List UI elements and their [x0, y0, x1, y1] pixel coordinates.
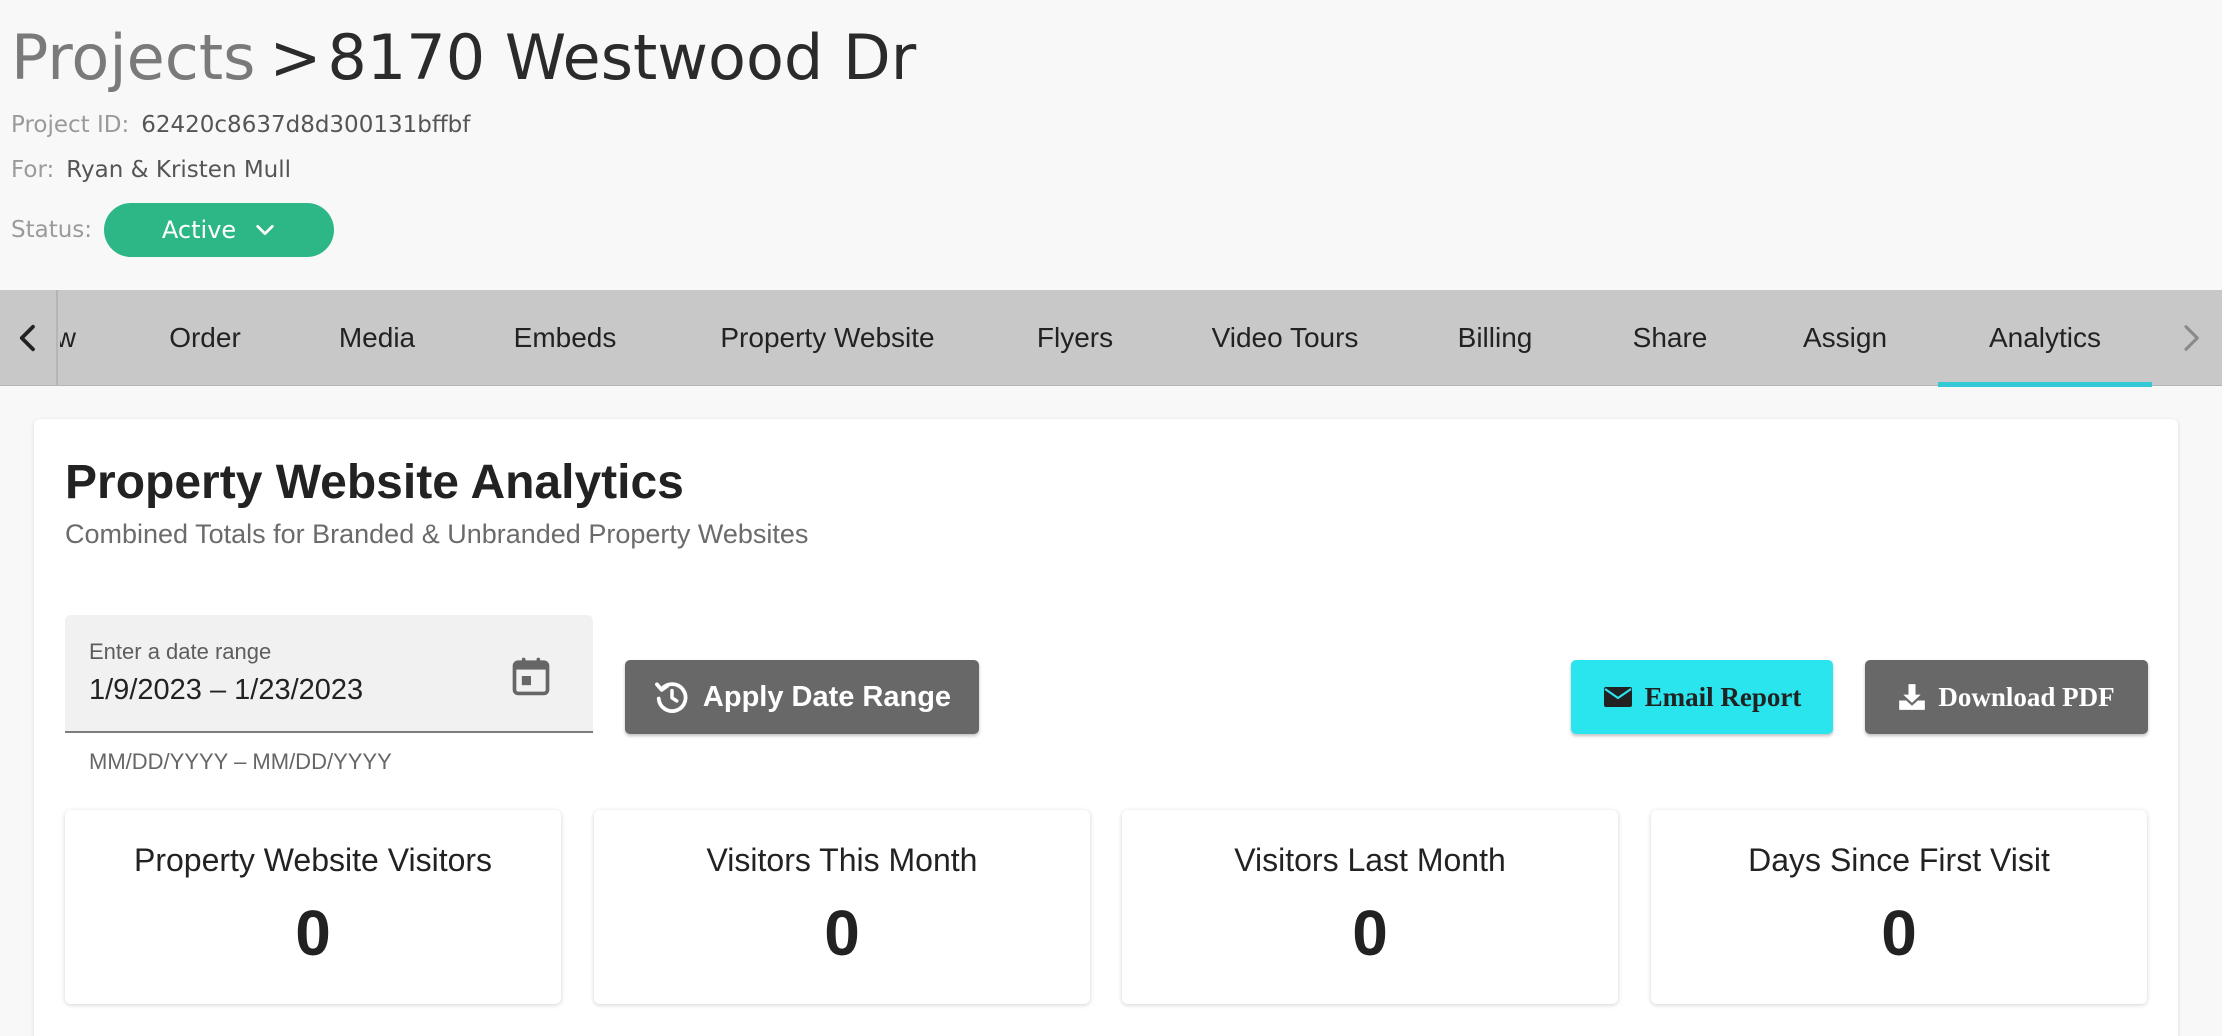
stat-label: Visitors Last Month [1234, 842, 1506, 878]
breadcrumb-separator: > [269, 21, 322, 94]
breadcrumb: Projects >8170 Westwood Dr [11, 16, 916, 100]
tab-label: Billing [1457, 322, 1533, 353]
analytics-card: Property Website Analytics Combined Tota… [34, 419, 2178, 1036]
breadcrumb-projects-link[interactable]: Projects [11, 21, 255, 94]
tab-label: Share [1632, 322, 1708, 353]
analytics-subtitle: Combined Totals for Branded & Unbranded … [65, 519, 809, 549]
download-icon [1899, 684, 1926, 710]
refresh-clock-icon [654, 682, 688, 713]
stat-value: 0 [824, 897, 860, 969]
stat-label: Visitors This Month [706, 842, 978, 878]
tab-embeds[interactable]: Embeds [490, 290, 640, 386]
tab-order[interactable]: Order [140, 290, 270, 386]
project-header: Projects >8170 Westwood Dr Project ID: 624… [0, 0, 2222, 290]
tab-label: Assign [1802, 322, 1888, 353]
date-range-field[interactable]: Enter a date range 1/9/2023 – 1/23/2023 [65, 615, 593, 733]
apply-date-range-label: Apply Date Range [702, 680, 952, 713]
tab-label: Flyers [1036, 322, 1114, 353]
chevron-left-icon [19, 324, 35, 352]
chevron-down-icon [256, 224, 274, 236]
status-row: Status: Active [11, 203, 335, 257]
client-label: For: [11, 157, 55, 183]
tab-overview[interactable]: w [60, 290, 76, 386]
tab-video-tours[interactable]: Video Tours [1190, 290, 1380, 386]
tab-share[interactable]: Share [1610, 290, 1730, 386]
project-id-row: Project ID: 62420c8637d8d300131bffbf [11, 112, 470, 138]
tab-media[interactable]: Media [312, 290, 442, 386]
email-report-label: Email Report [1644, 681, 1802, 712]
calendar-icon[interactable] [509, 653, 553, 699]
status-label: Status: [11, 217, 93, 243]
stat-label: Property Website Visitors [133, 842, 493, 878]
tab-label: w [60, 322, 76, 353]
date-range-label: Enter a date range [89, 639, 272, 664]
tab-label: Property Website [720, 322, 935, 353]
stat-value: 0 [295, 897, 331, 969]
stat-card-visitors-last-month: Visitors Last Month 0 [1122, 810, 1618, 1004]
client-row: For: Ryan & Kristen Mull [11, 157, 291, 183]
tab-analytics[interactable]: Analytics [1938, 290, 2152, 387]
stat-card-days-since-first-visit: Days Since First Visit 0 [1651, 810, 2147, 1004]
stat-value: 0 [1881, 897, 1917, 969]
email-report-button[interactable]: Email Report [1571, 660, 1833, 734]
tab-label: Order [169, 322, 241, 353]
tab-scroll-right-button[interactable] [2160, 290, 2222, 386]
client-name: Ryan & Kristen Mull [66, 157, 292, 183]
envelope-icon [1603, 687, 1632, 707]
analytics-title: Property Website Analytics [65, 456, 684, 509]
chevron-right-icon [2184, 325, 2199, 351]
stat-label: Days Since First Visit [1748, 842, 2050, 878]
tab-label: Video Tours [1211, 322, 1359, 353]
tab-assign[interactable]: Assign [1780, 290, 1910, 386]
stat-card-visitors-this-month: Visitors This Month 0 [594, 810, 1090, 1004]
apply-date-range-button[interactable]: Apply Date Range [625, 660, 979, 734]
download-pdf-label: Download PDF [1938, 681, 2115, 712]
date-format-hint: MM/DD/YYYY – MM/DD/YYYY [89, 749, 392, 774]
status-dropdown-button[interactable]: Active [104, 203, 335, 257]
date-range-input[interactable]: 1/9/2023 – 1/23/2023 [89, 674, 363, 707]
status-value: Active [161, 216, 237, 244]
tab-billing[interactable]: Billing [1430, 290, 1560, 386]
download-pdf-button[interactable]: Download PDF [1865, 660, 2148, 734]
tab-property-website[interactable]: Property Website [700, 290, 955, 386]
project-tab-bar: w Order Media Embeds Property Website Fl… [0, 290, 2222, 387]
tab-flyers[interactable]: Flyers [1010, 290, 1140, 386]
tab-scroll-left-button[interactable] [0, 290, 58, 386]
tab-label: Media [338, 322, 416, 353]
stat-card-property-website-visitors: Property Website Visitors 0 [65, 810, 561, 1004]
page-title: 8170 Westwood Dr [327, 21, 917, 94]
tab-label: Analytics [1988, 322, 2102, 353]
project-id-label: Project ID: [11, 112, 130, 138]
tab-label: Embeds [513, 322, 617, 353]
stat-value: 0 [1352, 897, 1388, 969]
project-id-value: 62420c8637d8d300131bffbf [141, 112, 471, 138]
